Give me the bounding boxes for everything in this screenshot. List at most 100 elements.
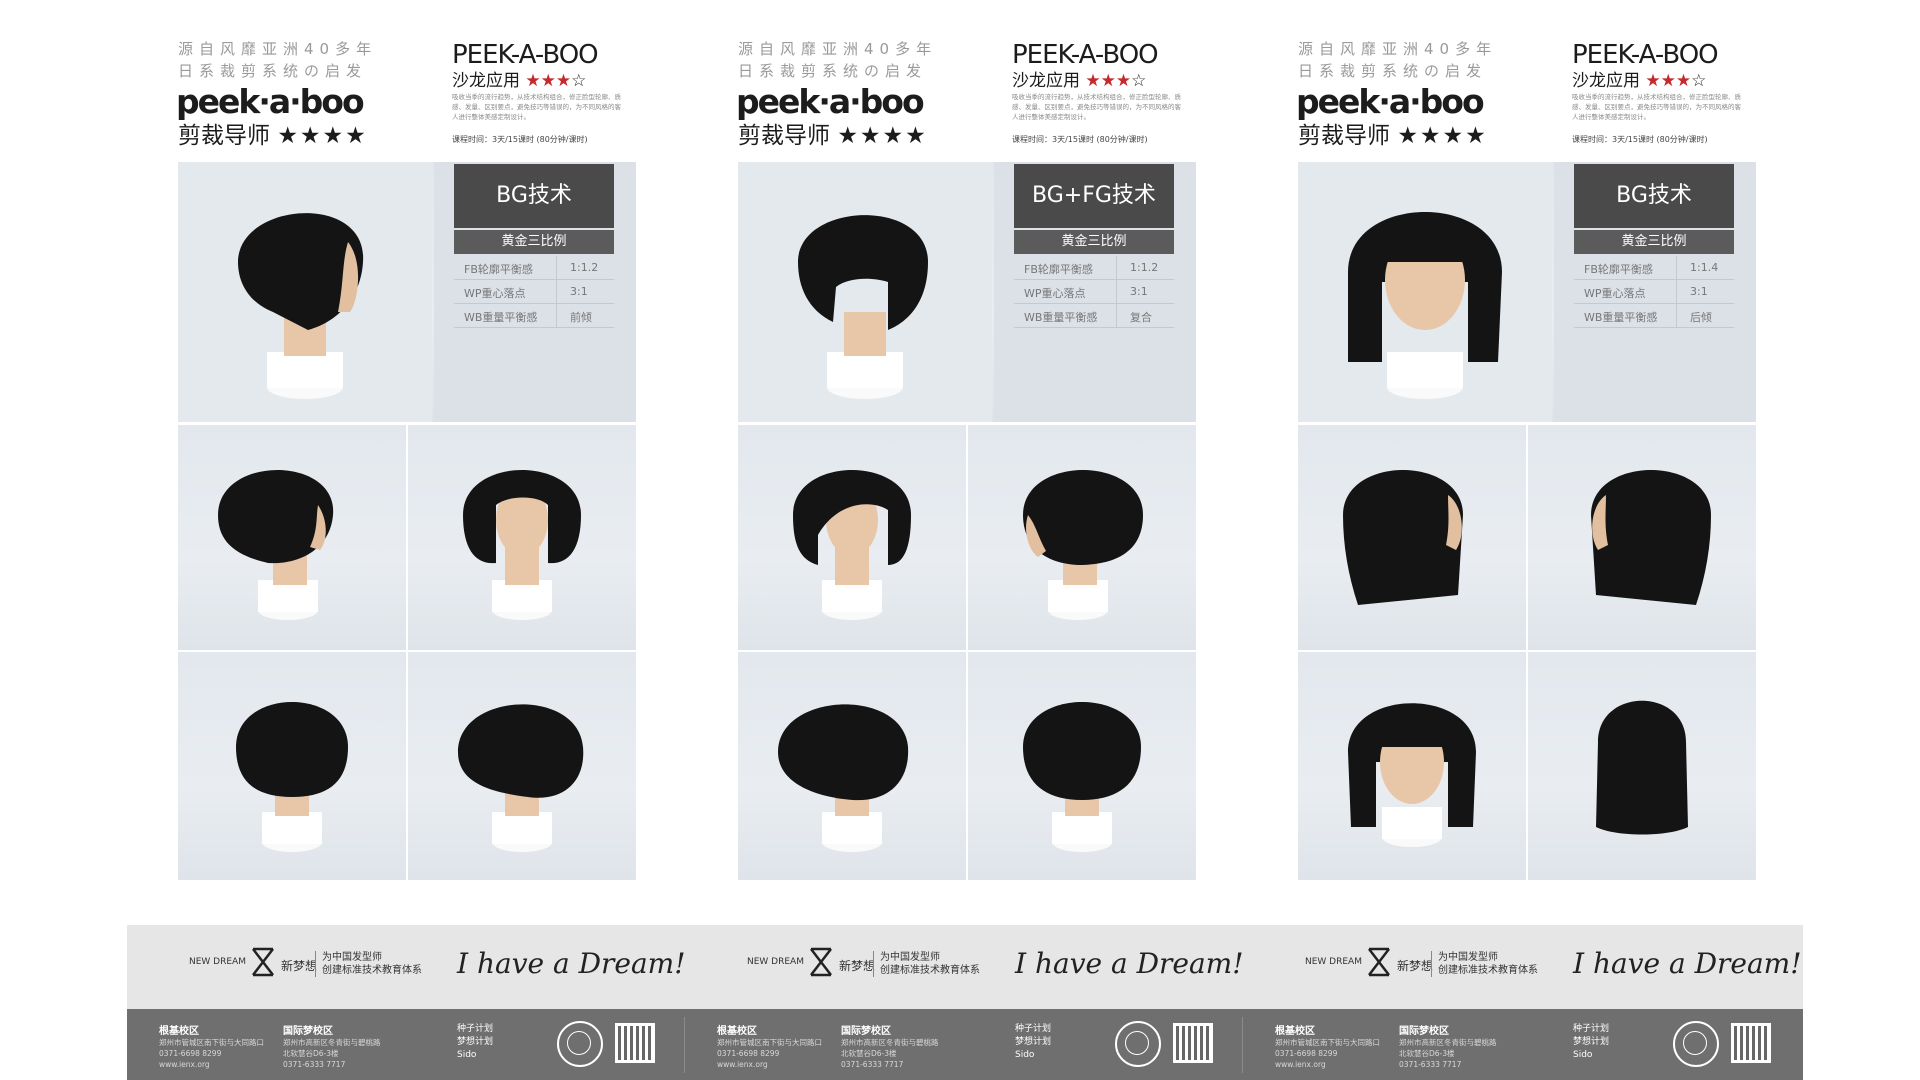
hair-photo-back	[968, 652, 1196, 880]
qr-code-icon	[1731, 1023, 1771, 1063]
hair-photo-side-back	[738, 652, 966, 880]
ratio-row: FB轮廓平衡感 1:1.2	[1014, 256, 1174, 280]
course-time: 课程时间：3天/15课时 (80分钟/课时)	[1012, 135, 1148, 144]
footer-brand-segment: NEW DREAM 新梦想 为中国发型师 创建标准技术教育体系 I have a …	[127, 925, 685, 1009]
poster-3: 源自风靡亚洲40多年 日系裁剪系统の启发 peek·a·boo 剪裁导师 ★★★★…	[1270, 0, 1810, 1080]
footer-brand-segment: NEW DREAM 新梦想 为中国发型师 创建标准技术教育体系 I have a …	[685, 925, 1243, 1009]
footer-dark-band: 根基校区 郑州市管城区南下街与大同路口 0371-6698 8299 www.ienx…	[127, 1009, 1803, 1080]
course-time: 课程时间：3天/15课时 (80分钟/课时)	[1572, 135, 1708, 144]
seal-icon	[1673, 1021, 1719, 1067]
footer-brand-segment: NEW DREAM 新梦想 为中国发型师 创建标准技术教育体系 I have a …	[1243, 925, 1801, 1009]
ratio-row: WB重量平衡感 前倾	[454, 304, 614, 328]
ratio-row: WP重心落点 3:1	[454, 280, 614, 304]
course-description: 吸收当季的流行趋势，从技术结构组合，修正脸型轮廓、质感、发量、区别要点，避免技巧…	[1572, 93, 1741, 121]
hair-photo-back	[1528, 652, 1756, 880]
hair-photo-front	[1298, 652, 1526, 880]
ratio-row: FB轮廓平衡感 1:1.2	[454, 256, 614, 280]
technique-heading: BG技术	[1574, 164, 1734, 228]
new-dream-logo: NEW DREAM 新梦想	[1305, 947, 1433, 977]
bob-hair-photo	[218, 470, 334, 620]
bob-hair-photo	[793, 470, 911, 620]
salon-rating: 沙龙应用 ★★★☆	[1572, 71, 1707, 91]
hero-photo: BG技术 黄金三比例 FB轮廓平衡感 1:1.2 WP重心落点 3:1 WB重量平衡…	[178, 162, 636, 422]
bob-hair-photo	[458, 704, 584, 852]
x-logo-icon	[252, 947, 274, 977]
campus-info: 国际梦校区 郑州市高新区冬青街与碧桃路 北软慧谷D6-3楼 0371-6333 771…	[283, 1026, 381, 1069]
qr-code-icon	[1173, 1023, 1213, 1063]
hair-photo-back	[178, 652, 406, 880]
photo-grid: BG技术 黄金三比例 FB轮廓平衡感 1:1.2 WP重心落点 3:1 WB重量平衡…	[178, 162, 636, 880]
mission-text: 为中国发型师 创建标准技术教育体系	[873, 951, 980, 977]
new-dream-logo: NEW DREAM 新梦想	[747, 947, 875, 977]
bob-hair-photo	[463, 470, 581, 620]
long-bob-bangs-photo	[1298, 162, 1552, 422]
hair-photo-side-back	[408, 652, 636, 880]
footer-contact-segment: 根基校区 郑州市管城区南下街与大同路口 0371-6698 8299 www.ienx…	[1243, 1009, 1801, 1080]
golden-ratio-label: 黄金三比例	[454, 230, 614, 254]
bob-hair-photo	[1023, 702, 1141, 852]
campus-info: 国际梦校区 郑州市高新区冬青街与碧桃路 北软慧谷D6-3楼 0371-6333 771…	[841, 1026, 939, 1069]
poster-1: 源自风靡亚洲40多年 日系裁剪系统の启发 peek·a·boo 剪裁导师 ★★★★…	[150, 0, 690, 1080]
salon-rating: 沙龙应用 ★★★☆	[452, 71, 587, 91]
technique-heading: BG+FG技术	[1014, 164, 1174, 228]
photo-grid: BG技术 黄金三比例 FB轮廓平衡感 1:1.4 WP重心落点 3:1 WB重量平衡…	[1298, 162, 1756, 880]
x-logo-icon	[810, 947, 832, 977]
mission-text: 为中国发型师 创建标准技术教育体系	[315, 951, 422, 977]
hero-photo: BG技术 黄金三比例 FB轮廓平衡感 1:1.4 WP重心落点 3:1 WB重量平衡…	[1298, 162, 1756, 422]
tagline: 源自风靡亚洲40多年 日系裁剪系统の启发	[178, 40, 378, 80]
slogan: I have a Dream!	[457, 947, 686, 980]
long-bob-photo	[1591, 470, 1711, 605]
hair-photo-side	[968, 425, 1196, 650]
slogan: I have a Dream!	[1015, 947, 1244, 980]
poster-2: 源自风靡亚洲40多年 日系裁剪系统の启发 peek·a·boo 剪裁导师 ★★★★…	[710, 0, 1250, 1080]
mission-text: 为中国发型师 创建标准技术教育体系	[1431, 951, 1538, 977]
footer-contact-segment: 根基校区 郑州市管城区南下街与大同路口 0371-6698 8299 www.ienx…	[685, 1009, 1243, 1080]
bob-hair-front-photo	[738, 162, 992, 422]
photo-grid: BG+FG技术 黄金三比例 FB轮廓平衡感 1:1.2 WP重心落点 3:1 WB重…	[738, 162, 1196, 880]
long-bob-photo	[1343, 470, 1463, 605]
hero-photo: BG+FG技术 黄金三比例 FB轮廓平衡感 1:1.2 WP重心落点 3:1 WB重…	[738, 162, 1196, 422]
campus-info: 根基校区 郑州市管城区南下街与大同路口 0371-6698 8299 www.ienx…	[1275, 1026, 1380, 1069]
x-logo-icon	[1368, 947, 1390, 977]
partner-logos: 种子计划 梦想计划 Sido	[457, 1024, 494, 1060]
mentor-rating: 剪裁导师 ★★★★	[178, 123, 368, 149]
course-description: 吸收当季的流行趋势，从技术结构组合，修正脸型轮廓、质感、发量、区别要点，避免技巧…	[1012, 93, 1181, 121]
new-dream-logo: NEW DREAM 新梦想	[189, 947, 317, 977]
footer-light-band: NEW DREAM 新梦想 为中国发型师 创建标准技术教育体系 I have a …	[127, 925, 1803, 1009]
ratio-row: FB轮廓平衡感 1:1.4	[1574, 256, 1734, 280]
tagline: 源自风靡亚洲40多年 日系裁剪系统の启发	[738, 40, 938, 80]
course-time: 课程时间：3天/15课时 (80分钟/课时)	[452, 135, 588, 144]
long-bob-photo	[1596, 700, 1688, 835]
course-description: 吸收当季的流行趋势，从技术结构组合，修正脸型轮廓、质感、发量、区别要点，避免技巧…	[452, 93, 621, 121]
hair-photo-front	[738, 425, 966, 650]
campus-info: 根基校区 郑州市管城区南下街与大同路口 0371-6698 8299 www.ienx…	[717, 1026, 822, 1069]
hair-photo-side-mirror	[1528, 425, 1756, 650]
bob-hair-photo	[778, 704, 909, 852]
salon-rating: 沙龙应用 ★★★☆	[1012, 71, 1147, 91]
mentor-rating: 剪裁导师 ★★★★	[738, 123, 928, 149]
technique-card: BG技术 黄金三比例 FB轮廓平衡感 1:1.4 WP重心落点 3:1 WB重量平衡…	[1554, 162, 1756, 422]
hair-photo-side	[178, 425, 406, 650]
seal-icon	[1115, 1021, 1161, 1067]
long-bob-bangs-photo	[1348, 703, 1476, 847]
seal-icon	[557, 1021, 603, 1067]
campus-info: 国际梦校区 郑州市高新区冬青街与碧桃路 北软慧谷D6-3楼 0371-6333 771…	[1399, 1026, 1497, 1069]
ratio-row: WP重心落点 3:1	[1574, 280, 1734, 304]
partner-logos: 种子计划 梦想计划 Sido	[1015, 1024, 1052, 1060]
ratio-row: WB重量平衡感 后倾	[1574, 304, 1734, 328]
slogan: I have a Dream!	[1573, 947, 1802, 980]
golden-ratio-label: 黄金三比例	[1014, 230, 1174, 254]
technique-heading: BG技术	[454, 164, 614, 228]
ratio-row: WB重量平衡感 复合	[1014, 304, 1174, 328]
tagline: 源自风靡亚洲40多年 日系裁剪系统の启发	[1298, 40, 1498, 80]
footer-contact-segment: 根基校区 郑州市管城区南下街与大同路口 0371-6698 8299 www.ienx…	[127, 1009, 685, 1080]
campus-info: 根基校区 郑州市管城区南下街与大同路口 0371-6698 8299 www.ienx…	[159, 1026, 264, 1069]
technique-card: BG+FG技术 黄金三比例 FB轮廓平衡感 1:1.2 WP重心落点 3:1 WB重…	[994, 162, 1196, 422]
mentor-rating: 剪裁导师 ★★★★	[1298, 123, 1488, 149]
hair-photo-side	[1298, 425, 1526, 650]
bob-hair-photo	[1023, 470, 1143, 620]
golden-ratio-label: 黄金三比例	[1574, 230, 1734, 254]
bob-hair-photo	[236, 702, 348, 852]
hair-photo-front	[408, 425, 636, 650]
technique-card: BG技术 黄金三比例 FB轮廓平衡感 1:1.2 WP重心落点 3:1 WB重量平衡…	[434, 162, 636, 422]
